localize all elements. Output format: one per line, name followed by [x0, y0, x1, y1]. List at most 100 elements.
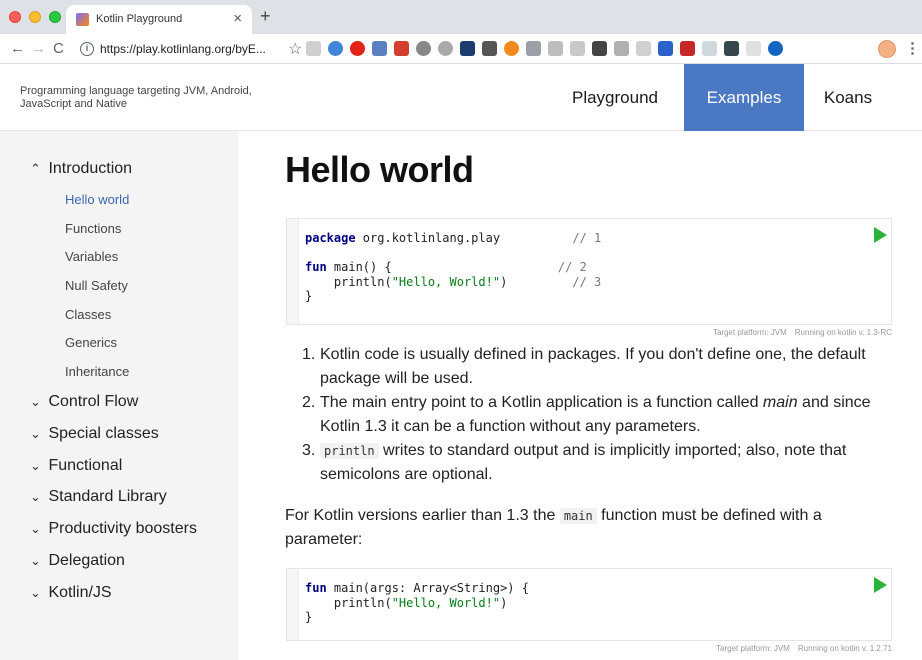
forward-button[interactable]: → [31, 40, 46, 57]
sidebar-section-label: Standard Library [48, 488, 167, 505]
extension-icon[interactable] [394, 41, 409, 56]
extension-icon[interactable] [658, 41, 673, 56]
bookmark-star-icon[interactable]: ☆ [288, 39, 302, 59]
code-editor[interactable]: fun main(args: Array<String>) { println(… [286, 568, 892, 641]
site-tagline: Programming language targeting JVM, Andr… [20, 85, 252, 110]
sidebar-section-label: Control Flow [48, 393, 139, 410]
back-button[interactable]: ← [10, 40, 25, 57]
extension-icon[interactable] [702, 41, 717, 56]
sidebar-item-functions[interactable]: Functions [65, 221, 121, 236]
sidebar-section-label: Introduction [48, 160, 133, 177]
extension-icon[interactable] [372, 41, 387, 56]
editor-gutter [287, 569, 299, 640]
target-platform: Target platform: JVM [712, 328, 787, 337]
sidebar-item-variables[interactable]: Variables [65, 249, 118, 264]
kotlin-version: Running on kotlin v. 1.2.71 [797, 644, 892, 653]
chevron-down-icon: ⌄ [30, 489, 41, 504]
sidebar-section-label: Special classes [48, 425, 159, 442]
extension-icon[interactable] [306, 41, 321, 56]
sidebar-item-null-safety[interactable]: Null Safety [65, 278, 128, 293]
extension-icon[interactable] [768, 41, 783, 56]
sidebar-section-special-classes[interactable]: ⌄ Special classes [30, 425, 159, 443]
extension-icon[interactable] [526, 41, 541, 56]
list-item: 1. Kotlin code is usually defined in pack… [302, 346, 866, 387]
extension-icon[interactable] [592, 41, 607, 56]
kotlin-version: Running on kotlin v. 1.3-RC [794, 328, 892, 337]
address-bar[interactable]: https://play.kotlinlang.org/byE... [100, 42, 266, 56]
extension-icon[interactable] [328, 41, 343, 56]
code-editor[interactable]: package org.kotlinlang.play // 1 fun mai… [286, 218, 892, 325]
extension-icon[interactable] [350, 41, 365, 56]
reload-button[interactable]: C [53, 40, 64, 57]
sidebar-section-delegation[interactable]: ⌄ Delegation [30, 552, 125, 570]
code-block[interactable]: fun main(args: Array<String>) { println(… [305, 581, 529, 625]
platform-info: Target platform: JVM Running on kotlin v.… [713, 328, 892, 337]
chevron-down-icon: ⌄ [30, 585, 41, 600]
extension-icons [306, 41, 783, 57]
site-header: Programming language targeting JVM, Andr… [0, 64, 922, 131]
sidebar-section-label: Functional [48, 457, 123, 474]
extension-icon[interactable] [504, 41, 519, 56]
chevron-down-icon: ⌄ [30, 394, 41, 409]
sidebar-item-generics[interactable]: Generics [65, 335, 117, 350]
target-platform: Target platform: JVM [716, 644, 790, 653]
sidebar-section-standard-library[interactable]: ⌄ Standard Library [30, 488, 167, 506]
sidebar-section-label: Kotlin/JS [48, 584, 112, 601]
browser-toolbar: ← → C i https://play.kotlinlang.org/byE.… [0, 34, 922, 64]
chevron-down-icon: ⌄ [30, 426, 41, 441]
extension-icon[interactable] [636, 41, 651, 56]
code-block[interactable]: package org.kotlinlang.play // 1 fun mai… [305, 231, 601, 304]
extension-icon[interactable] [746, 41, 761, 56]
platform-info: Target platform: JVM Running on kotlin v.… [716, 644, 892, 653]
extension-icon[interactable] [548, 41, 563, 56]
sidebar-section-productivity-boosters[interactable]: ⌄ Productivity boosters [30, 520, 197, 538]
browser-tab-strip: Kotlin Playground × + [0, 0, 922, 34]
editor-gutter [287, 219, 299, 324]
browser-tab[interactable]: Kotlin Playground × [66, 5, 252, 34]
extension-icon[interactable] [570, 41, 585, 56]
sidebar-section-introduction[interactable]: ⌃ Introduction [30, 160, 132, 178]
extension-icon[interactable] [724, 41, 739, 56]
main-content: Hello world package org.kotlinlang.play … [238, 131, 922, 660]
sidebar-item-hello-world[interactable]: Hello world [65, 192, 129, 207]
extension-icon[interactable] [460, 41, 475, 56]
extension-icon[interactable] [614, 41, 629, 56]
tab-close-icon[interactable]: × [233, 10, 242, 27]
browser-menu-icon[interactable]: ⋮ [905, 39, 920, 57]
extension-icon[interactable] [680, 41, 695, 56]
site-info-icon[interactable]: i [80, 42, 94, 56]
nav-koans[interactable]: Koans [806, 64, 890, 131]
list-item: 2. The main entry point to a Kotlin appli… [302, 394, 871, 435]
profile-avatar[interactable] [878, 40, 896, 58]
sidebar-item-inheritance[interactable]: Inheritance [65, 364, 129, 379]
note-paragraph: For Kotlin versions earlier than 1.3 the… [285, 507, 822, 548]
run-button[interactable] [874, 577, 887, 593]
chevron-down-icon: ⌄ [30, 521, 41, 536]
page-title: Hello world [285, 149, 474, 190]
maximize-window-button[interactable] [49, 11, 61, 23]
inline-code: println [320, 443, 379, 459]
sidebar-section-functional[interactable]: ⌄ Functional [30, 457, 122, 475]
sidebar-section-label: Delegation [48, 552, 125, 569]
extension-icon[interactable] [438, 41, 453, 56]
sidebar-section-control-flow[interactable]: ⌄ Control Flow [30, 393, 138, 411]
chevron-up-icon: ⌃ [30, 161, 41, 176]
extension-icon[interactable] [416, 41, 431, 56]
extension-icon[interactable] [482, 41, 497, 56]
tab-title: Kotlin Playground [96, 13, 183, 25]
new-tab-button[interactable]: + [260, 6, 271, 27]
chevron-down-icon: ⌄ [30, 553, 41, 568]
sidebar-item-classes[interactable]: Classes [65, 307, 111, 322]
run-button[interactable] [874, 227, 887, 243]
list-item: 3. println writes to standard output and … [302, 442, 847, 483]
sidebar-section-kotlin-js[interactable]: ⌄ Kotlin/JS [30, 584, 112, 602]
nav-examples[interactable]: Examples [684, 64, 804, 131]
nav-playground[interactable]: Playground [556, 64, 674, 131]
sidebar-section-label: Productivity boosters [48, 520, 197, 537]
chevron-down-icon: ⌄ [30, 458, 41, 473]
kotlin-favicon-icon [76, 13, 89, 26]
minimize-window-button[interactable] [29, 11, 41, 23]
explanation-list: 1. Kotlin code is usually defined in pack… [302, 343, 902, 487]
close-window-button[interactable] [9, 11, 21, 23]
sidebar: ⌃ Introduction Hello world Functions Var… [0, 131, 238, 660]
